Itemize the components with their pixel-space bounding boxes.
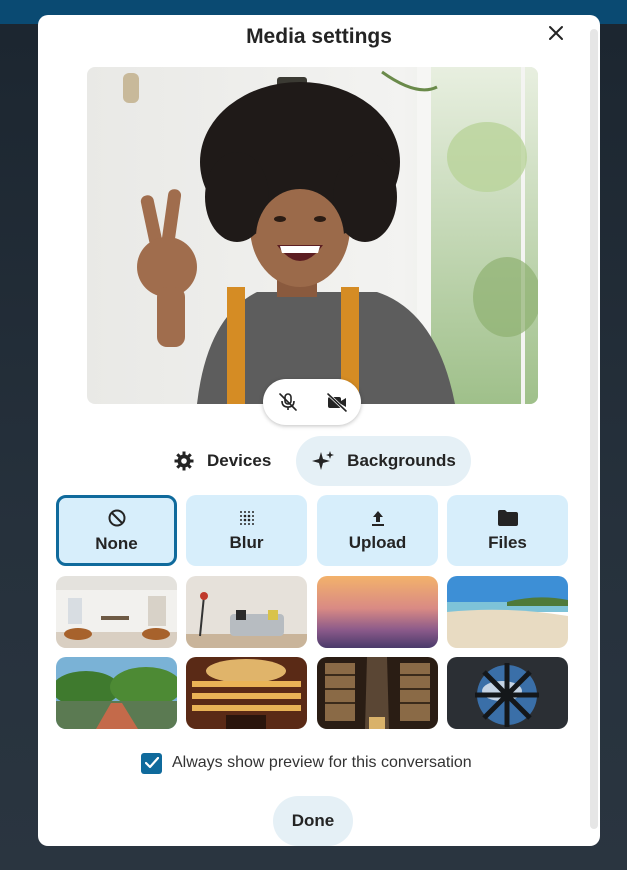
tab-devices[interactable]: Devices: [173, 436, 271, 486]
camera-off-icon: [326, 392, 347, 413]
background-thumbnail-sofa[interactable]: [186, 576, 307, 648]
option-label: Blur: [229, 532, 264, 552]
background-files-button[interactable]: Files: [447, 495, 568, 566]
background-thumbnail-garden[interactable]: [56, 657, 177, 729]
always-preview-label: Always show preview for this conversatio…: [172, 754, 472, 771]
option-label: None: [95, 533, 138, 553]
tab-devices-label: Devices: [207, 451, 272, 470]
background-thumbnail-beach[interactable]: [447, 576, 568, 648]
close-icon: [549, 26, 563, 40]
background-none-button[interactable]: None: [56, 495, 177, 566]
always-preview-row: Always show preview for this conversatio…: [141, 751, 472, 775]
done-button[interactable]: Done: [273, 796, 353, 846]
background-thumbnail-library[interactable]: [317, 657, 438, 729]
dialog-title: Media settings: [246, 25, 392, 48]
checkmark-icon: [144, 757, 159, 769]
background-thumbnail-sunset[interactable]: [317, 576, 438, 648]
media-controls: [263, 379, 361, 425]
blur-icon: [239, 510, 254, 525]
mic-off-icon: [278, 393, 297, 411]
upload-icon: [371, 510, 384, 526]
background-blur-button[interactable]: Blur: [186, 495, 307, 566]
camera-toggle-button[interactable]: [322, 387, 352, 417]
always-preview-checkbox[interactable]: [141, 752, 162, 774]
background-thumbnail-space-station[interactable]: [447, 657, 568, 729]
option-label: Upload: [348, 532, 407, 552]
media-settings-dialog: Media settings Devices Backgrounds None …: [38, 15, 600, 846]
mic-toggle-button[interactable]: [273, 387, 303, 417]
tab-backgrounds-label: Backgrounds: [347, 451, 456, 470]
background-thumbnail-opera[interactable]: [186, 657, 307, 729]
sparkles-icon: [312, 451, 335, 470]
video-preview: [87, 67, 538, 404]
background-thumbnail-loft[interactable]: [56, 576, 177, 648]
gear-icon: [174, 451, 194, 471]
background-upload-button[interactable]: Upload: [317, 495, 438, 566]
option-label: Files: [488, 532, 527, 552]
close-button[interactable]: [544, 21, 568, 45]
dialog-scrollbar[interactable]: [590, 29, 598, 829]
tab-backgrounds[interactable]: Backgrounds: [296, 436, 471, 486]
prohibited-icon: [108, 509, 125, 526]
folder-icon: [497, 509, 518, 526]
